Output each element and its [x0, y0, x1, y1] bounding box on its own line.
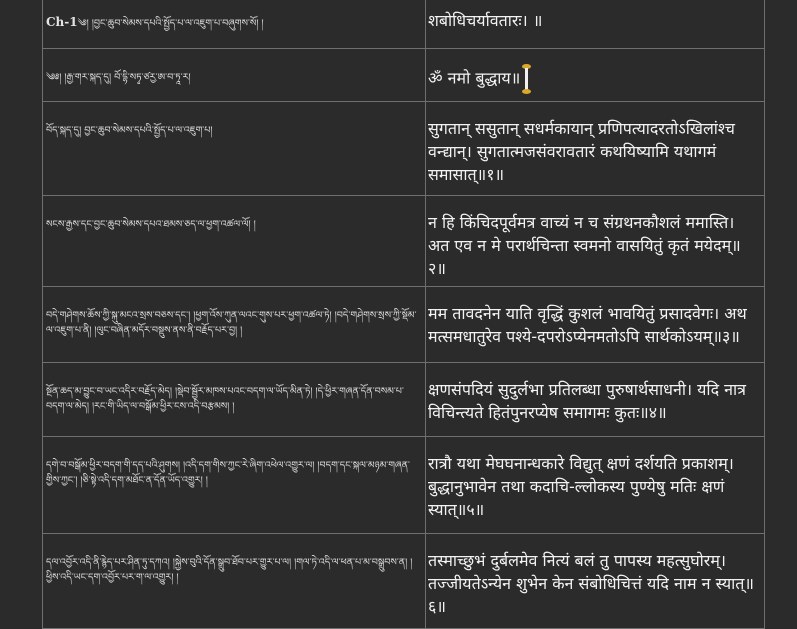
sanskrit-text: ॐ नमो बुद्धाय॥: [428, 68, 521, 88]
sanskrit-cell[interactable]: क्षणसंपदियं सुदुर्लभा प्रतिलब्धा पुरुषार…: [425, 362, 765, 437]
sanskrit-text: रात्रौ यथा मेघघनान्धकारे विद्युत् क्षणं …: [428, 454, 734, 519]
table-row: དལ་འབྱོར་འདི་ནི་རྙེད་པར་ཤིན་ཏུ་དཀའ། །སྐྱ…: [42, 533, 765, 629]
sanskrit-cell[interactable]: सुगतान् ससुतान् सधर्मकायान् प्रणिपत्यादर…: [425, 101, 765, 196]
tibetan-text: དགེ་བ་བསྒོམ་ཕྱིར་བདག་གི་དད་པའི་ཤུགས། །འད…: [46, 460, 410, 486]
tibetan-text: སངས་རྒྱས་དང་བྱང་ཆུབ་སེམས་དཔའ་ཐམས་ཅད་ལ་ཕྱ…: [46, 219, 256, 230]
chapter-label: Ch-1: [46, 15, 78, 29]
sanskrit-text: तस्माच्छुभं दुर्बलमेव नित्यं बलं तु पापस…: [428, 551, 755, 616]
text-cursor-icon[interactable]: [521, 64, 532, 94]
sanskrit-text: न हि किंचिदपूर्वमत्र वाच्यं न च संग्रथनक…: [428, 213, 741, 278]
tibetan-cell[interactable]: Ch-1༄། །བྱང་ཆུབ་སེམས་དཔའི་སྤྱོད་པ་ལ་འཇུག…: [42, 0, 426, 49]
sanskrit-text: सुगतान् ससुतान् सधर्मकायान् प्रणिपत्यादर…: [428, 119, 735, 184]
sanskrit-cell[interactable]: ॐ नमो बुद्धाय॥: [425, 48, 765, 102]
table-row: སྔོན་ཆད་མ་བྱུང་བ་ཡང་འདིར་བརྗོད་མེད། །སྡེ…: [42, 362, 765, 437]
table-row: བོད་སྐད་དུ། བྱང་ཆུབ་སེམས་དཔའི་སྤྱོད་པ་ལ་…: [42, 101, 765, 196]
table-row: ༄༅། །རྒྱ་གར་སྐད་དུ། བོ་དྷི་སཏྭ་ཙརྱ་ཨ་བ་ཏ…: [42, 48, 765, 102]
tibetan-text: བོད་སྐད་དུ། བྱང་ཆུབ་སེམས་དཔའི་སྤྱོད་པ་ལ་…: [46, 125, 213, 136]
sanskrit-cell[interactable]: मम तावदनेन याति वृद्धिं कुशलं भावयितुं प…: [425, 286, 765, 363]
verse-table: Ch-1༄། །བྱང་ཆུབ་སེམས་དཔའི་སྤྱོད་པ་ལ་འཇུག…: [42, 0, 765, 629]
sanskrit-text: मम तावदनेन याति वृद्धिं कुशलं भावयितुं प…: [428, 304, 747, 346]
tibetan-text: ༄༅། །རྒྱ་གར་སྐད་དུ། བོ་དྷི་སཏྭ་ཙརྱ་ཨ་བ་ཏ…: [46, 72, 191, 83]
sanskrit-cell[interactable]: न हि किंचिदपूर्वमत्र वाच्यं न च संग्रथनक…: [425, 195, 765, 287]
table-row: Ch-1༄། །བྱང་ཆུབ་སེམས་དཔའི་སྤྱོད་པ་ལ་འཇུག…: [42, 0, 765, 49]
tibetan-cell[interactable]: བདེ་གཤེགས་ཆོས་ཀྱི་སྐུ་མངའ་སྲས་བཅས་དང་། །…: [42, 286, 426, 363]
tibetan-cell[interactable]: བོད་སྐད་དུ། བྱང་ཆུབ་སེམས་དཔའི་སྤྱོད་པ་ལ་…: [42, 101, 426, 196]
sanskrit-cell[interactable]: रात्रौ यथा मेघघनान्धकारे विद्युत् क्षणं …: [425, 436, 765, 534]
tibetan-text: དལ་འབྱོར་འདི་ནི་རྙེད་པར་ཤིན་ཏུ་དཀའ། །སྐྱ…: [46, 557, 413, 583]
tibetan-text: ༄། །བྱང་ཆུབ་སེམས་དཔའི་སྤྱོད་པ་ལ་འཇུག་པ་བ…: [77, 18, 264, 29]
table-row: དགེ་བ་བསྒོམ་ཕྱིར་བདག་གི་དད་པའི་ཤུགས། །འད…: [42, 436, 765, 534]
tibetan-text: བདེ་གཤེགས་ཆོས་ཀྱི་སྐུ་མངའ་སྲས་བཅས་དང་། །…: [46, 310, 417, 336]
tibetan-text: སྔོན་ཆད་མ་བྱུང་བ་ཡང་འདིར་བརྗོད་མེད། །སྡེ…: [46, 386, 404, 412]
sanskrit-cell[interactable]: शबोधिचर्यावतारः। ॥: [425, 0, 765, 49]
sanskrit-text: शबोधिचर्यावतारः। ॥: [428, 11, 543, 30]
sanskrit-text: क्षणसंपदियं सुदुर्लभा प्रतिलब्धा पुरुषार…: [428, 380, 747, 422]
table-row: བདེ་གཤེགས་ཆོས་ཀྱི་སྐུ་མངའ་སྲས་བཅས་དང་། །…: [42, 286, 765, 363]
sanskrit-cell[interactable]: तस्माच्छुभं दुर्बलमेव नित्यं बलं तु पापस…: [425, 533, 765, 629]
tibetan-cell[interactable]: ༄༅། །རྒྱ་གར་སྐད་དུ། བོ་དྷི་སཏྭ་ཙརྱ་ཨ་བ་ཏ…: [42, 48, 426, 102]
tibetan-cell[interactable]: དགེ་བ་བསྒོམ་ཕྱིར་བདག་གི་དད་པའི་ཤུགས། །འད…: [42, 436, 426, 534]
tibetan-cell[interactable]: སྔོན་ཆད་མ་བྱུང་བ་ཡང་འདིར་བརྗོད་མེད། །སྡེ…: [42, 362, 426, 437]
tibetan-cell[interactable]: དལ་འབྱོར་འདི་ནི་རྙེད་པར་ཤིན་ཏུ་དཀའ། །སྐྱ…: [42, 533, 426, 629]
tibetan-cell[interactable]: སངས་རྒྱས་དང་བྱང་ཆུབ་སེམས་དཔའ་ཐམས་ཅད་ལ་ཕྱ…: [42, 195, 426, 287]
table-row: སངས་རྒྱས་དང་བྱང་ཆུབ་སེམས་དཔའ་ཐམས་ཅད་ལ་ཕྱ…: [42, 195, 765, 287]
